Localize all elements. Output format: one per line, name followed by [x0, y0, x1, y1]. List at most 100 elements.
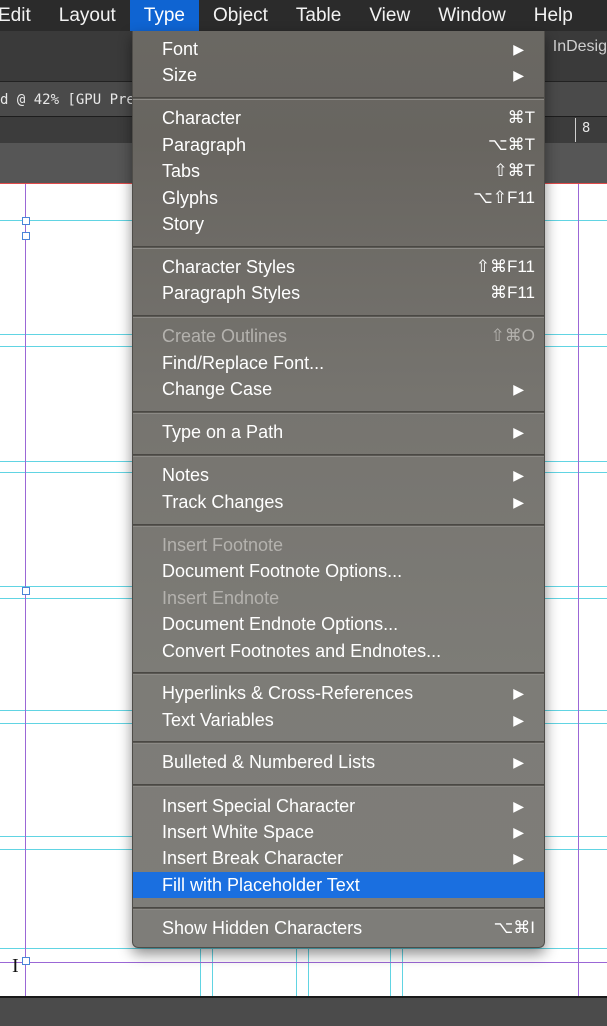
menu-item-hyperlinks-cross-references[interactable]: Hyperlinks & Cross-References ▶ — [133, 680, 544, 706]
submenu-arrow-icon: ▶ — [513, 754, 524, 770]
text-cursor-icon: I — [12, 955, 19, 977]
menu-item-label: Hyperlinks & Cross-References — [162, 683, 414, 703]
menu-item-document-endnote-options[interactable]: Document Endnote Options... — [133, 611, 544, 637]
menu-item-character[interactable]: Character ⌘T — [133, 105, 544, 131]
submenu-arrow-icon: ▶ — [513, 381, 524, 397]
menu-separator — [133, 454, 544, 457]
menu-item-shortcut: ⌥⌘I — [493, 918, 535, 937]
menu-item-label: Bulleted & Numbered Lists — [162, 752, 376, 772]
menu-item-fill-with-placeholder-text[interactable]: Fill with Placeholder Text — [133, 872, 544, 898]
menu-view[interactable]: View — [355, 0, 424, 31]
menu-item-text-variables[interactable]: Text Variables ▶ — [133, 707, 544, 733]
menu-item-document-footnote-options[interactable]: Document Footnote Options... — [133, 558, 544, 584]
menu-item-shortcut: ⌥⇧F11 — [473, 188, 535, 207]
menu-item-shortcut: ⇧⌘O — [490, 326, 535, 345]
app-title: InDesig — [552, 38, 607, 55]
status-bar — [0, 996, 607, 1026]
menu-item-label: Size — [162, 65, 198, 85]
menu-item-label: Text Variables — [162, 710, 274, 730]
ruler-tick — [575, 118, 576, 142]
menu-table[interactable]: Table — [282, 0, 355, 31]
submenu-arrow-icon: ▶ — [513, 685, 524, 701]
horizontal-guide — [0, 948, 607, 949]
menu-separator — [133, 672, 544, 675]
menu-item-track-changes[interactable]: Track Changes ▶ — [133, 489, 544, 515]
menu-item-create-outlines: Create Outlines ⇧⌘O — [133, 323, 544, 349]
menu-item-shortcut: ⇧⌘T — [493, 161, 535, 180]
frame-handle[interactable] — [22, 232, 30, 240]
menu-item-type-on-a-path[interactable]: Type on a Path ▶ — [133, 419, 544, 445]
menu-item-show-hidden-characters[interactable]: Show Hidden Characters ⌥⌘I — [133, 915, 544, 941]
menu-item-paragraph-styles[interactable]: Paragraph Styles ⌘F11 — [133, 280, 544, 306]
submenu-arrow-icon: ▶ — [513, 424, 524, 440]
submenu-arrow-icon: ▶ — [513, 494, 524, 510]
document-tab[interactable]: d @ 42% [GPU Prev — [0, 92, 143, 108]
menu-item-font[interactable]: Font ▶ — [133, 36, 544, 62]
menu-separator — [133, 907, 544, 910]
submenu-arrow-icon: ▶ — [513, 467, 524, 483]
menu-item-notes[interactable]: Notes ▶ — [133, 462, 544, 488]
menu-item-paragraph[interactable]: Paragraph ⌥⌘T — [133, 132, 544, 158]
menu-item-label: Create Outlines — [162, 326, 288, 346]
menu-item-label: Document Endnote Options... — [162, 614, 399, 634]
frame-handle[interactable] — [22, 217, 30, 225]
menu-item-label: Show Hidden Characters — [162, 918, 363, 938]
menu-type[interactable]: Type — [129, 0, 199, 31]
menu-item-convert-footnotes-and-endnotes[interactable]: Convert Footnotes and Endnotes... — [133, 638, 544, 664]
menu-item-shortcut: ⌘F11 — [489, 283, 535, 302]
margin-guide — [578, 184, 579, 996]
menu-item-label: Paragraph — [162, 135, 247, 155]
margin-guide — [0, 962, 607, 963]
menu-layout[interactable]: Layout — [45, 0, 130, 31]
menu-separator — [133, 524, 544, 527]
menu-window[interactable]: Window — [424, 0, 520, 31]
menu-separator — [133, 411, 544, 414]
submenu-arrow-icon: ▶ — [513, 41, 524, 57]
menu-item-change-case[interactable]: Change Case ▶ — [133, 376, 544, 402]
menu-help[interactable]: Help — [520, 0, 587, 31]
menu-bar: Edit Layout Type Object Table View Windo… — [0, 0, 607, 31]
menu-separator — [133, 246, 544, 249]
menu-item-insert-special-character[interactable]: Insert Special Character ▶ — [133, 793, 544, 819]
menu-item-label: Document Footnote Options... — [162, 561, 403, 581]
frame-handle[interactable] — [22, 957, 30, 965]
submenu-arrow-icon: ▶ — [513, 67, 524, 83]
menu-object[interactable]: Object — [199, 0, 282, 31]
menu-item-label: Convert Footnotes and Endnotes... — [162, 641, 442, 661]
menu-item-glyphs[interactable]: Glyphs ⌥⇧F11 — [133, 185, 544, 211]
menu-item-label: Fill with Placeholder Text — [162, 875, 360, 895]
submenu-arrow-icon: ▶ — [513, 824, 524, 840]
menu-item-label: Insert White Space — [162, 822, 315, 842]
menu-item-insert-break-character[interactable]: Insert Break Character ▶ — [133, 845, 544, 871]
menu-item-bulleted-numbered-lists[interactable]: Bulleted & Numbered Lists ▶ — [133, 749, 544, 775]
submenu-arrow-icon: ▶ — [513, 712, 524, 728]
menu-item-label: Insert Footnote — [162, 535, 284, 555]
frame-handle[interactable] — [22, 587, 30, 595]
menu-item-label: Glyphs — [162, 188, 219, 208]
menu-item-character-styles[interactable]: Character Styles ⇧⌘F11 — [133, 254, 544, 280]
menu-separator — [133, 741, 544, 744]
type-menu-dropdown: Font ▶ Size ▶ Character ⌘T Paragraph ⌥⌘T Tabs ⇧⌘T… — [132, 31, 545, 948]
menu-item-find-replace-font[interactable]: Find/Replace Font... — [133, 350, 544, 376]
menu-item-label: Insert Endnote — [162, 588, 280, 608]
submenu-arrow-icon: ▶ — [513, 798, 524, 814]
menu-item-label: Track Changes — [162, 492, 284, 512]
menu-item-label: Find/Replace Font... — [162, 353, 325, 373]
menu-item-shortcut: ⇧⌘F11 — [475, 257, 535, 276]
submenu-arrow-icon: ▶ — [513, 850, 524, 866]
menu-item-tabs[interactable]: Tabs ⇧⌘T — [133, 158, 544, 184]
menu-separator — [133, 784, 544, 787]
menu-item-label: Tabs — [162, 161, 201, 181]
menu-item-size[interactable]: Size ▶ — [133, 62, 544, 88]
menu-item-label: Character Styles — [162, 257, 296, 277]
menu-item-label: Paragraph Styles — [162, 283, 301, 303]
menu-item-story[interactable]: Story — [133, 211, 544, 237]
menu-item-label: Notes — [162, 465, 210, 485]
menu-item-insert-white-space[interactable]: Insert White Space ▶ — [133, 819, 544, 845]
menu-item-insert-footnote: Insert Footnote — [133, 532, 544, 558]
menu-item-shortcut: ⌘T — [507, 108, 535, 127]
menu-separator — [133, 97, 544, 100]
menu-edit[interactable]: Edit — [0, 0, 45, 31]
menu-item-label: Story — [162, 214, 205, 234]
menu-item-label: Insert Break Character — [162, 848, 344, 868]
